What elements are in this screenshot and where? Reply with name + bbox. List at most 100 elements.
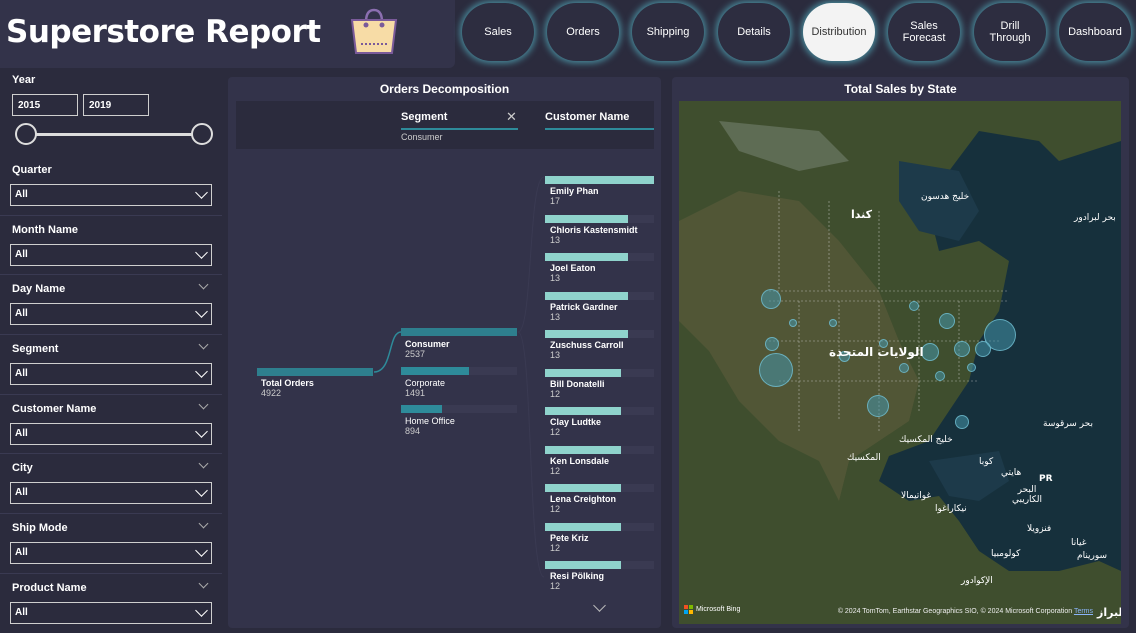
customer-node-label: Emily Phan [550,186,599,196]
customer-bar[interactable] [545,176,654,184]
segment-node[interactable]: Corporate 1491 [405,378,445,398]
map-label-brazil: البراز [1097,606,1121,619]
map-label-pr: PR [1039,474,1053,484]
quarter-dropdown[interactable]: All [10,184,212,206]
state-bubble[interactable] [954,341,970,357]
bing-label: Microsoft Bing [696,606,741,613]
customer-bar[interactable] [545,561,621,569]
segment-node[interactable]: Home Office 894 [405,416,455,436]
customer-bar[interactable] [545,522,621,531]
sales-map[interactable]: كندا خليج هدسون بحر لبرادور الولايات الم… [679,101,1121,624]
state-bubble[interactable] [967,363,976,372]
year-slider-track[interactable] [26,133,202,136]
year-from-input[interactable]: 2015 [12,94,78,116]
customer-node-value: 13 [550,273,561,283]
collapse-chevron-icon[interactable] [198,578,209,589]
nav-label: Sales Forecast [902,20,946,44]
nav-details-button[interactable]: Details [718,3,790,61]
customer-node[interactable]: Pete Kriz 12 [550,533,589,553]
customer-node[interactable]: Clay Ludtke 12 [550,417,601,437]
nav-orders-button[interactable]: Orders [547,3,619,61]
customer-node[interactable]: Chloris Kastensmidt 13 [550,225,638,245]
customer-bar[interactable] [545,484,621,492]
year-slider-start-handle[interactable] [15,123,37,145]
customer-node[interactable]: Zuschuss Carroll 13 [550,340,624,360]
state-bubble[interactable] [955,415,969,429]
total-orders-value: 4922 [261,388,282,398]
state-bubble[interactable] [939,313,955,329]
ship-mode-label: Ship Mode [12,522,68,534]
divider [0,334,222,335]
nav-sales-forecast-button[interactable]: Sales Forecast [888,3,960,61]
collapse-chevron-icon[interactable] [198,339,209,350]
segment-dropdown[interactable]: All [10,363,212,385]
segment-node[interactable]: Consumer 2537 [405,339,450,359]
customer-node-label: Ken Lonsdale [550,455,610,466]
month-label: Month Name [12,224,78,236]
customer-bar[interactable] [545,330,628,338]
segment-bar[interactable] [401,367,469,375]
customer-bar[interactable] [545,214,628,223]
customer-node[interactable]: Joel Eaton 13 [550,263,596,283]
customer-node-label: Clay Ludtke [550,417,602,427]
chevron-down-icon [195,425,208,438]
segment-bar[interactable] [401,328,517,336]
total-orders-bar[interactable] [257,368,373,376]
segment-bar[interactable] [401,405,442,413]
collapse-chevron-icon[interactable] [198,458,209,469]
state-bubble[interactable] [759,353,793,387]
nav-dashboard-button[interactable]: Dashboard [1059,3,1131,61]
nav-shipping-button[interactable]: Shipping [632,3,704,61]
month-dropdown[interactable]: All [10,244,212,266]
customer-bar[interactable] [545,407,621,415]
segment-node-label: Corporate [405,378,446,388]
terms-link[interactable]: Terms [1074,608,1093,615]
customer-node[interactable]: Ken Lonsdale 12 [550,456,609,476]
customer-node-value: 12 [550,427,561,437]
state-bubble[interactable] [765,337,779,351]
state-bubble[interactable] [975,341,991,357]
customer-node[interactable]: Resi Pölking 12 [550,571,604,591]
state-bubble[interactable] [761,289,781,309]
day-label: Day Name [12,283,66,295]
product-dropdown[interactable]: All [10,602,212,624]
attribution-text: © 2024 TomTom, Earthstar Geographics SIO… [837,608,1073,615]
customer-bar[interactable] [545,291,628,300]
nav-sales-button[interactable]: Sales [462,3,534,61]
nav-distribution-button[interactable]: Distribution [803,3,875,61]
state-bubble[interactable] [867,395,889,417]
customer-node[interactable]: Lena Creighton 12 [550,494,616,514]
customer-bar[interactable] [545,445,621,454]
state-bubble[interactable] [935,371,945,381]
customer-node[interactable]: Patrick Gardner 13 [550,302,618,322]
state-bubble[interactable] [789,319,797,327]
customer-bar[interactable] [545,368,621,377]
year-to-input[interactable]: 2019 [83,94,149,116]
day-dropdown[interactable]: All [10,303,212,325]
nav-label: Details [737,26,771,38]
customer-bar[interactable] [545,253,628,261]
map-label-colombia: كولومبيا [991,549,1021,559]
chevron-down-icon [195,544,208,557]
quarter-value: All [15,189,28,200]
customer-dropdown[interactable]: All [10,423,212,445]
ship-mode-dropdown[interactable]: All [10,542,212,564]
customer-node-label: Chloris Kastensmidt [550,224,638,235]
map-label-usa: الولايات المتحدة [829,345,924,359]
customer-node[interactable]: Emily Phan 17 [550,186,599,206]
state-bubble[interactable] [829,319,837,327]
city-dropdown[interactable]: All [10,482,212,504]
collapse-chevron-icon[interactable] [198,399,209,410]
nav-drill-through-button[interactable]: Drill Through [974,3,1046,61]
collapse-chevron-icon[interactable] [198,518,209,529]
state-bubble[interactable] [909,301,919,311]
total-orders-node: Total Orders 4922 [261,378,314,398]
map-label-guyana: غيانا [1071,538,1087,548]
nav-label: Distribution [811,26,867,38]
customer-node[interactable]: Bill Donatelli 12 [550,379,605,399]
customer-node-label: Joel Eaton [550,263,596,273]
collapse-chevron-icon[interactable] [198,279,209,290]
map-attribution: © 2024 TomTom, Earthstar Geographics SIO… [838,608,1093,615]
year-slider-end-handle[interactable] [191,123,213,145]
state-bubble[interactable] [899,363,909,373]
